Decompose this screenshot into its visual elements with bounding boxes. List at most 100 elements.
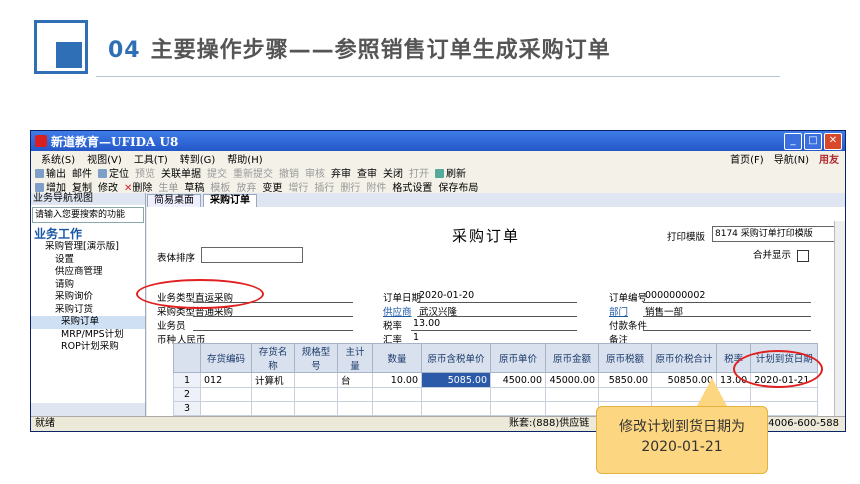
tab-bar: 简易桌面 采购订单 <box>147 193 845 207</box>
toolbar-1: 输出 邮件 定位 预览 关联单据 提交 重新提交 撤销 审核 弃审 查审 关闭 … <box>31 165 845 180</box>
tb-audit[interactable]: 审核 <box>305 165 325 180</box>
tb-save-layout[interactable]: 保存布局 <box>438 179 478 194</box>
tb-copy[interactable]: 复制 <box>72 179 92 194</box>
col-unit[interactable]: 主计量 <box>337 343 373 373</box>
annotation-callout: 修改计划到货日期为 2020-01-21 <box>596 406 768 474</box>
tb-revoke[interactable]: 撤销 <box>279 165 299 180</box>
row-number: 1 <box>173 372 201 388</box>
col-price[interactable]: 原币单价 <box>490 343 546 373</box>
col-tax[interactable]: 原币税额 <box>598 343 652 373</box>
order-no-value[interactable]: 0000000002 <box>645 290 705 301</box>
status-account: 账套:(888)供应链 <box>509 418 590 429</box>
cell-qty[interactable]: 10.00 <box>372 372 422 388</box>
nav-item-settings[interactable]: 设置 <box>31 254 145 267</box>
merge-checkbox[interactable] <box>797 249 810 262</box>
tb-check[interactable]: 查审 <box>357 165 377 180</box>
tb-refresh[interactable]: 刷新 <box>435 165 466 180</box>
col-spec[interactable]: 规格型号 <box>294 343 338 373</box>
home-link[interactable]: 首页(F) <box>730 151 764 166</box>
cell-unit[interactable]: 台 <box>337 372 373 388</box>
tax-rate-value[interactable]: 13.00 <box>413 318 440 329</box>
cell-spec[interactable] <box>294 372 338 388</box>
clerk-label: 业务员 <box>157 321 186 332</box>
toolbar-2: 增加 复制 修改 ✕删除 生单 草稿 模板 放弃 变更 增行 插行 删行 附件 … <box>31 179 845 194</box>
maximize-button[interactable]: □ <box>804 133 822 150</box>
print-icon <box>35 169 44 178</box>
status-ready: 就绪 <box>35 418 55 429</box>
locate-icon <box>98 169 107 178</box>
tb-related[interactable]: 关联单据 <box>161 165 201 180</box>
pay-cond-label: 付款条件 <box>609 321 648 332</box>
nav-item-ordering[interactable]: 采购订货 <box>31 304 145 317</box>
tb-mail[interactable]: 邮件 <box>72 165 92 180</box>
nav-link[interactable]: 导航(N) <box>774 151 809 166</box>
tb-edit[interactable]: 修改 <box>98 179 118 194</box>
tb-locate[interactable]: 定位 <box>98 165 129 180</box>
nav-section-title: 业务工作 <box>34 227 83 241</box>
minimize-button[interactable]: _ <box>784 133 802 150</box>
tb-format[interactable]: 格式设置 <box>392 179 432 194</box>
nav-search-input[interactable]: 请输入您要搜索的功能 <box>32 207 144 223</box>
tb-add[interactable]: 增加 <box>35 179 66 194</box>
tb-close[interactable]: 关闭 <box>383 165 403 180</box>
form-title: 采购订单 <box>452 227 521 245</box>
nav-item-rop[interactable]: ROP计划采购 <box>31 341 145 354</box>
cell-amount[interactable]: 45000.00 <box>545 372 599 388</box>
slide-title: 04 主要操作步骤——参照销售订单生成采购订单 <box>108 32 611 64</box>
menu-system[interactable]: 系统(S) <box>41 151 75 166</box>
slide-title-text: 主要操作步骤——参照销售订单生成采购订单 <box>150 38 611 63</box>
menu-view[interactable]: 视图(V) <box>87 151 122 166</box>
tb-insrow[interactable]: 插行 <box>314 179 334 194</box>
tb-delete[interactable]: ✕删除 <box>124 179 152 194</box>
sort-select[interactable] <box>201 247 303 263</box>
dept-label[interactable]: 部门 <box>609 304 628 318</box>
nav-item-purchase-order[interactable]: 采购订单 <box>31 316 145 329</box>
tb-resubmit[interactable]: 重新提交 <box>233 165 273 180</box>
tb-change[interactable]: 变更 <box>262 179 282 194</box>
exch-rate-value[interactable]: 1 <box>413 332 419 343</box>
tb-template[interactable]: 模板 <box>210 179 230 194</box>
callout-line-1: 修改计划到货日期为 <box>619 419 745 435</box>
tb-open[interactable]: 打开 <box>409 165 429 180</box>
order-date-value[interactable]: 2020-01-20 <box>419 290 474 301</box>
col-inv-name[interactable]: 存货名称 <box>251 343 295 373</box>
vertical-scrollbar[interactable] <box>834 221 845 417</box>
nav-item-supplier[interactable]: 供应商管理 <box>31 266 145 279</box>
tb-addrow[interactable]: 增行 <box>288 179 308 194</box>
print-template-select[interactable]: 8174 采购订单打印模版 <box>712 226 844 242</box>
col-taxed-price[interactable]: 原币含税单价 <box>421 343 491 373</box>
cell-inv-name[interactable]: 计算机 <box>251 372 295 388</box>
tb-preview[interactable]: 预览 <box>135 165 155 180</box>
highlight-biz-type <box>136 279 264 309</box>
cell-price[interactable]: 4500.00 <box>490 372 546 388</box>
menu-tools[interactable]: 工具(T) <box>134 151 168 166</box>
tb-delrow[interactable]: 删行 <box>340 179 360 194</box>
tb-draft[interactable]: 草稿 <box>184 179 204 194</box>
nav-item-request[interactable]: 请购 <box>31 279 145 292</box>
tb-attach[interactable]: 附件 <box>366 179 386 194</box>
tb-submit[interactable]: 提交 <box>207 165 227 180</box>
col-total[interactable]: 原币价税合计 <box>651 343 717 373</box>
col-amount[interactable]: 原币金额 <box>545 343 599 373</box>
cell-tax[interactable]: 5850.00 <box>598 372 652 388</box>
tb-gen[interactable]: 生单 <box>158 179 178 194</box>
nav-item-inquiry[interactable]: 采购询价 <box>31 291 145 304</box>
close-button[interactable]: ✕ <box>824 133 842 150</box>
tb-discard[interactable]: 放弃 <box>236 179 256 194</box>
supplier-label[interactable]: 供应商 <box>383 304 412 318</box>
col-qty[interactable]: 数量 <box>372 343 422 373</box>
tab-purchase-order[interactable]: 采购订单 <box>203 194 257 207</box>
tb-output[interactable]: 输出 <box>35 165 66 180</box>
tab-desktop[interactable]: 简易桌面 <box>147 194 201 207</box>
nav-item-purchase-mgmt[interactable]: 采购管理[演示版] <box>31 241 145 254</box>
menu-help[interactable]: 帮助(H) <box>227 151 262 166</box>
nav-item-mrp[interactable]: MRP/MPS计划 <box>31 329 145 342</box>
tb-unaudit[interactable]: 弃审 <box>331 165 351 180</box>
cell-inv-code[interactable]: 012 <box>200 372 252 388</box>
col-inv-code[interactable]: 存货编码 <box>200 343 252 373</box>
cell-taxed-price[interactable]: 5085.00 <box>421 372 491 388</box>
title-bar: 新道教育—UFIDA U8 _ □ ✕ <box>31 131 845 151</box>
menu-goto[interactable]: 转到(G) <box>180 151 216 166</box>
row-number: 3 <box>173 401 201 416</box>
status-phone: 4006-600-588 <box>768 418 839 429</box>
